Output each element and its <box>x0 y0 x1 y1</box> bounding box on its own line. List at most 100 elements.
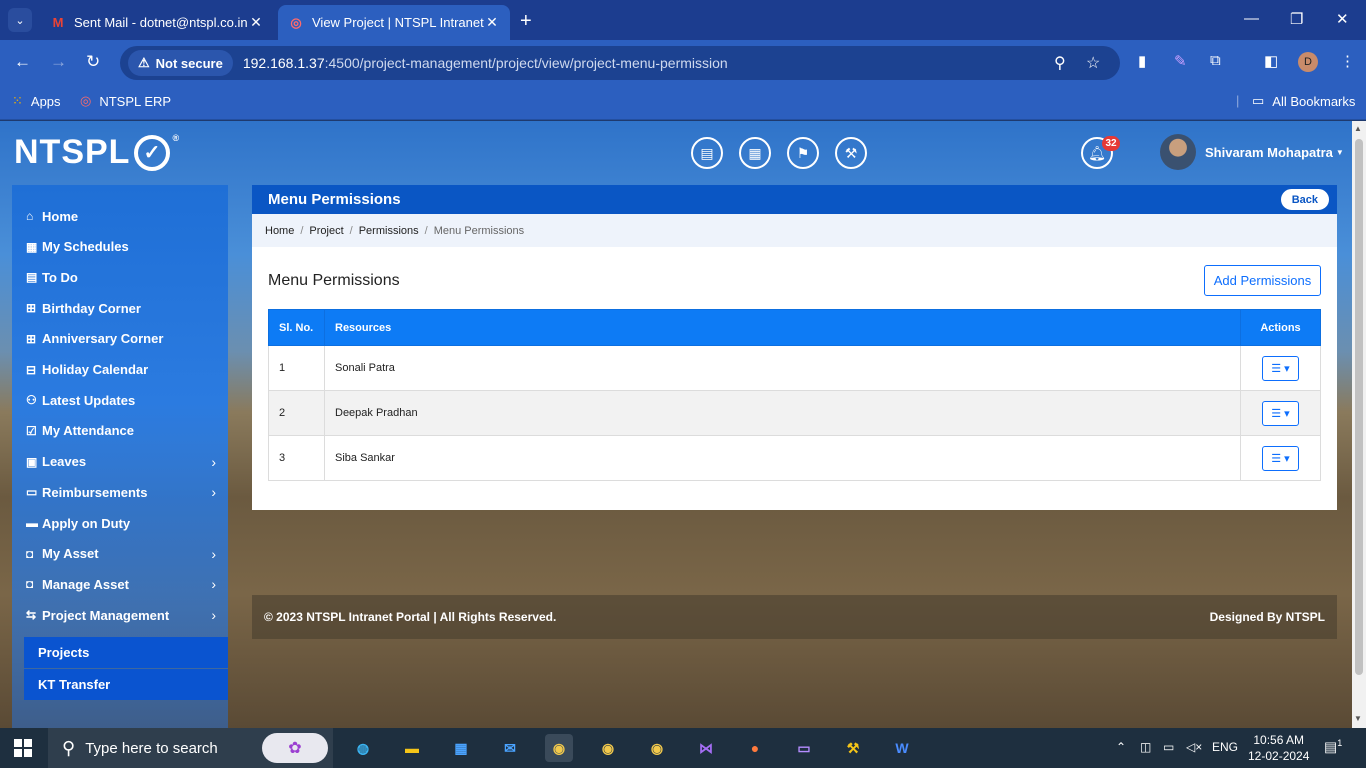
breadcrumb-home[interactable]: Home <box>265 225 294 237</box>
sidebar-item-home[interactable]: ⌂ Home <box>12 201 228 231</box>
tools-icon[interactable]: ⚒ <box>839 734 867 762</box>
bookmark-ntspl-erp[interactable]: ◎ NTSPL ERP <box>80 93 171 109</box>
zoom-icon[interactable]: ⚲ <box>1054 53 1066 73</box>
forward-arrow-icon[interactable]: → <box>50 52 67 72</box>
close-icon[interactable]: ✕ <box>248 14 264 31</box>
calendar-icon[interactable]: ▦ <box>739 137 771 169</box>
window-close-icon[interactable]: ✕ <box>1336 10 1349 28</box>
sidebar-item-birthday-corner[interactable]: ⊞ Birthday Corner <box>12 293 228 323</box>
scroll-up-icon[interactable]: ▲ <box>1354 124 1362 133</box>
language-indicator[interactable]: ENG <box>1212 740 1238 754</box>
copilot-icon[interactable]: ✿ <box>262 733 328 763</box>
chrome-profile-icon[interactable]: ◉ <box>545 734 573 762</box>
tray-chevron-icon[interactable]: ⌃ <box>1116 740 1126 754</box>
sidebar-item-apply-on-duty[interactable]: ▬ Apply on Duty <box>12 508 228 538</box>
sidebar-subitem-projects[interactable]: Projects <box>24 637 228 668</box>
row-actions-dropdown[interactable]: ☰ ▾ <box>1262 445 1299 471</box>
tab-view-project[interactable]: ◎ View Project | NTSPL Intranet ✕ <box>278 5 510 40</box>
sidebar-item-leaves[interactable]: ▣ Leaves › <box>12 447 228 477</box>
sidebar-item-label: To Do <box>42 269 78 285</box>
tab-sent-mail[interactable]: M Sent Mail - dotnet@ntspl.co.in ✕ <box>40 5 274 40</box>
sidebar-item-holiday-calendar[interactable]: ⊟ Holiday Calendar <box>12 355 228 385</box>
sidebar-item-project-management[interactable]: ⇆ Project Management › <box>12 600 228 630</box>
sidebar-item-label: My Asset <box>42 546 99 562</box>
taskbar-clock[interactable]: 10:56 AM 12-02-2024 <box>1248 732 1309 764</box>
document-icon[interactable]: ▤ <box>691 137 723 169</box>
scrollbar-thumb[interactable] <box>1355 139 1363 675</box>
bookmark-apps[interactable]: ⁙ Apps <box>12 93 61 109</box>
back-arrow-icon[interactable]: ← <box>14 52 31 72</box>
all-bookmarks[interactable]: ▭ All Bookmarks <box>1252 93 1355 109</box>
cell-resource: Sonali Patra <box>324 345 1241 391</box>
chrome-icon[interactable]: ◉ <box>594 734 622 762</box>
sidebar-item-to-do[interactable]: ▤ To Do <box>12 262 228 292</box>
security-chip[interactable]: ⚠ Not secure <box>128 50 233 76</box>
profile-avatar[interactable]: D <box>1298 52 1318 72</box>
column-header-actions: Actions <box>1240 309 1321 346</box>
wrench-icon[interactable]: ⚒ <box>835 137 867 169</box>
kebab-menu-icon[interactable]: ⋮ <box>1340 52 1355 70</box>
edge-icon[interactable]: ◍ <box>349 734 377 762</box>
address-bar[interactable]: ⚠ Not secure 192.168.1.37:4500/project-m… <box>120 46 1120 80</box>
close-icon[interactable]: ✕ <box>484 14 500 31</box>
sidebar-item-label: Apply on Duty <box>42 515 131 531</box>
panel-header: Menu Permissions Back <box>252 185 1337 214</box>
chrome-alt-icon[interactable]: ◉ <box>643 734 671 762</box>
row-actions-dropdown[interactable]: ☰ ▾ <box>1262 400 1299 426</box>
page-scrollbar[interactable]: ▲ ▼ <box>1352 121 1366 728</box>
tab-search-button[interactable]: ⌄ <box>8 8 32 32</box>
minimize-icon[interactable]: — <box>1244 10 1259 27</box>
sidebar-item-reimbursements[interactable]: ▭ Reimbursements › <box>12 477 228 507</box>
sidebar-item-label: Latest Updates <box>42 392 136 408</box>
extension-pen-icon[interactable]: ✎ <box>1174 52 1187 70</box>
volume-muted-icon[interactable]: ◁× <box>1186 740 1202 754</box>
breadcrumb-permissions[interactable]: Permissions <box>359 225 419 237</box>
user-menu[interactable]: Shivaram Mohapatra ▼ <box>1160 134 1344 170</box>
add-permissions-button[interactable]: Add Permissions <box>1204 265 1321 296</box>
extensions-icon[interactable]: ⧉ <box>1210 52 1221 69</box>
bookmark-label: Apps <box>30 93 61 109</box>
sidebar-item-anniversary-corner[interactable]: ⊞ Anniversary Corner <box>12 324 228 354</box>
tab-title: Sent Mail - dotnet@ntspl.co.in <box>74 15 248 30</box>
ntspl-logo[interactable]: NTSPL ✓ ® <box>14 133 180 172</box>
back-button[interactable]: Back <box>1280 189 1329 210</box>
side-panel-icon[interactable]: ◧ <box>1264 52 1278 70</box>
url-text[interactable]: 192.168.1.37:4500/project-management/pro… <box>243 55 728 71</box>
star-icon[interactable]: ☆ <box>1086 53 1100 73</box>
bookmark-icon[interactable]: ⚑ <box>787 137 819 169</box>
clock-date: 12-02-2024 <box>1248 749 1310 763</box>
reload-icon[interactable]: ↻ <box>86 52 100 72</box>
breadcrumb-separator: / <box>349 224 353 237</box>
cell-resource: Siba Sankar <box>324 435 1241 481</box>
sidebar-item-my-schedules[interactable]: ▦ My Schedules <box>12 232 228 262</box>
network-icon[interactable]: ▭ <box>1163 740 1174 754</box>
breadcrumb-project[interactable]: Project <box>309 225 343 237</box>
mail-icon[interactable]: ✉ <box>496 734 524 762</box>
terminal-icon[interactable]: ▭ <box>790 734 818 762</box>
gift-icon: ⊞ <box>26 331 37 346</box>
sidebar-item-manage-asset[interactable]: ◘ Manage Asset › <box>12 569 228 599</box>
restore-icon[interactable]: ❐ <box>1290 10 1303 28</box>
windows-start-icon[interactable] <box>14 739 32 757</box>
sidebar-item-label: Manage Asset <box>42 576 129 592</box>
word-icon[interactable]: W <box>888 734 916 762</box>
sidebar-subitem-kt-transfer[interactable]: KT Transfer <box>24 669 228 700</box>
cell-sl: 2 <box>268 390 325 436</box>
column-header-resources: Resources <box>324 309 1241 346</box>
sidebar-item-my-attendance[interactable]: ☑ My Attendance <box>12 416 228 446</box>
tray-device-icon[interactable]: ◫ <box>1140 740 1151 754</box>
reading-list-icon[interactable]: ▮ <box>1138 52 1146 70</box>
store-icon[interactable]: ▦ <box>447 734 475 762</box>
file-explorer-icon[interactable]: ▬ <box>398 734 426 762</box>
sidebar-item-label: Reimbursements <box>42 484 148 500</box>
notification-center-icon[interactable]: ▤1 <box>1324 738 1342 756</box>
sidebar-item-my-asset[interactable]: ◘ My Asset › <box>12 539 228 569</box>
postman-icon[interactable]: ● <box>741 734 769 762</box>
new-tab-button[interactable]: + <box>520 10 532 33</box>
ntspl-icon: ◎ <box>80 93 92 108</box>
scroll-down-icon[interactable]: ▼ <box>1354 714 1362 723</box>
sidebar-item-label: Home <box>42 208 79 224</box>
visual-studio-icon[interactable]: ⋈ <box>692 734 720 762</box>
row-actions-dropdown[interactable]: ☰ ▾ <box>1262 355 1299 381</box>
sidebar-item-latest-updates[interactable]: ⚇ Latest Updates <box>12 385 228 415</box>
